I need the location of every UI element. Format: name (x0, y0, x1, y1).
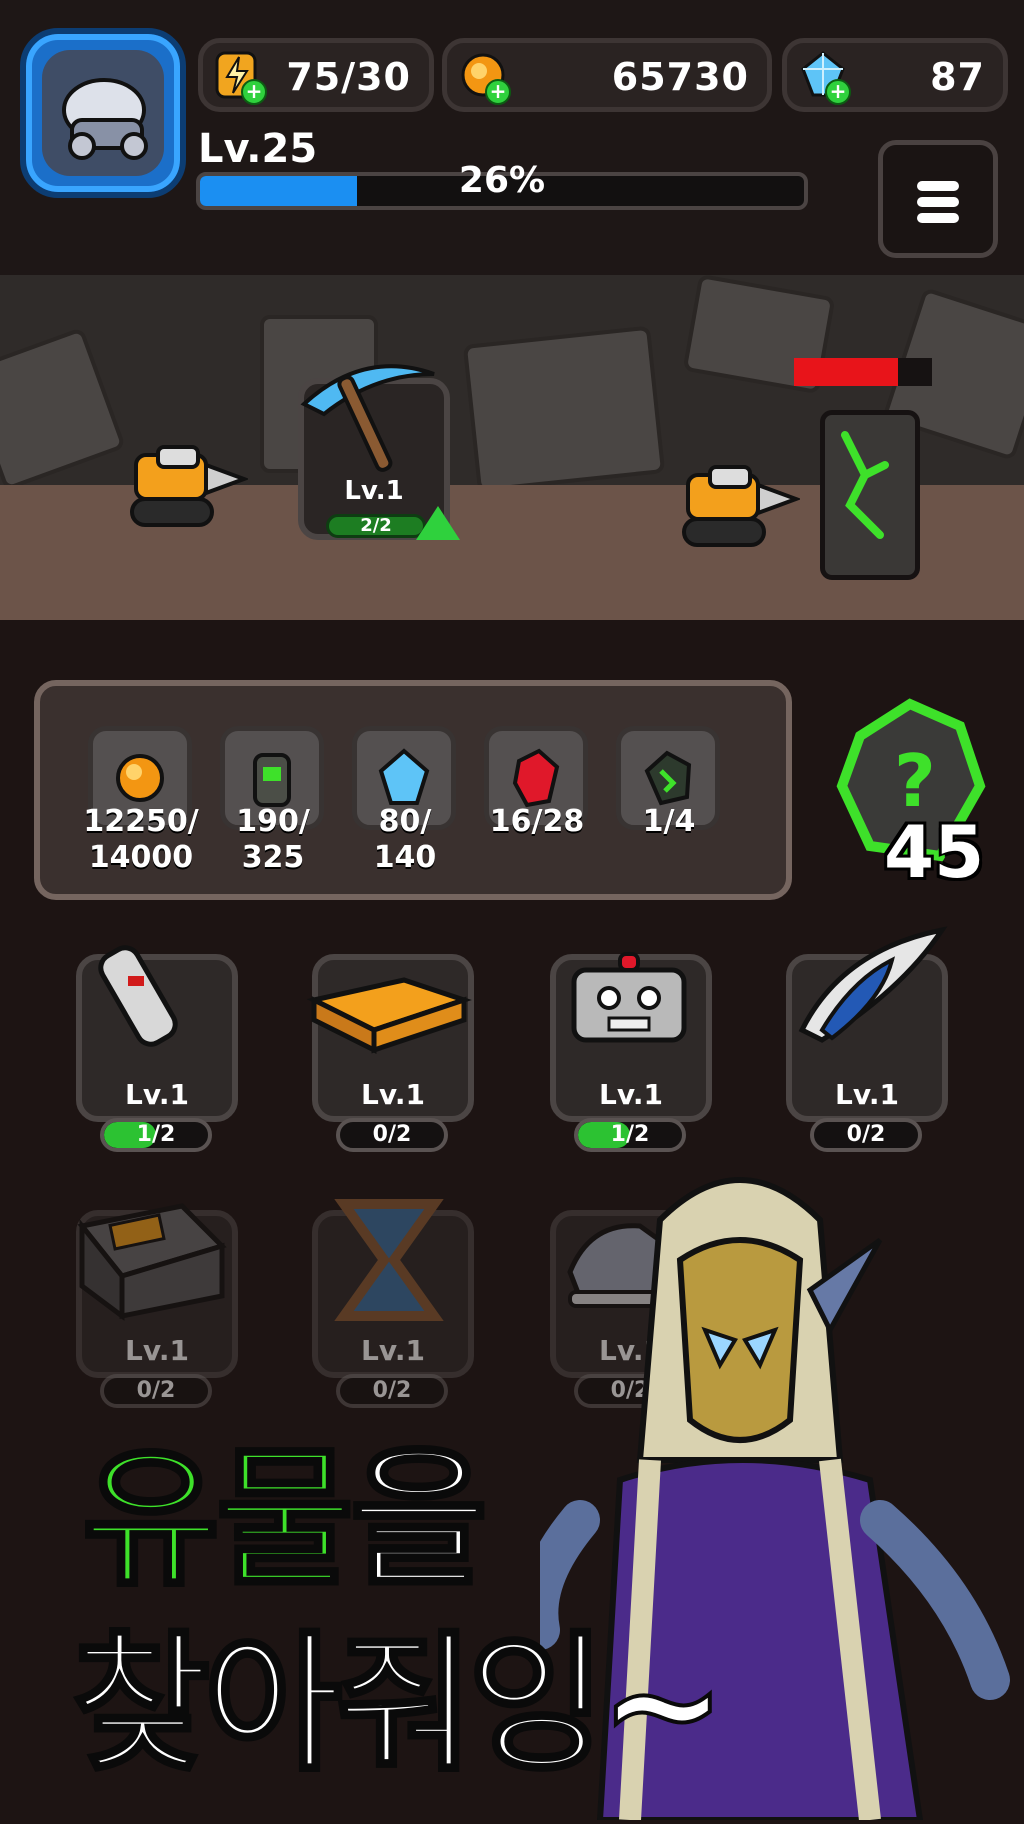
relic-card-hourglass[interactable]: Lv.1 (312, 1199, 474, 1378)
wing-icon (798, 926, 948, 1043)
upgrade-arrow-icon (416, 506, 460, 540)
red-crystal-count: 16/28 (489, 804, 585, 839)
relic-card-flashlight[interactable]: Lv.1 (76, 945, 238, 1122)
relic-card-wing[interactable]: Lv.1 (786, 926, 948, 1122)
green-ore-count: 1/4 (642, 804, 696, 839)
energy-counter[interactable]: + 75/30 (198, 38, 434, 112)
pickaxe-upgrade-card[interactable]: Lv.1 2/2 (298, 364, 460, 540)
relic-level: Lv.1 (361, 1078, 425, 1111)
drill-robot (680, 465, 802, 555)
add-energy-icon[interactable]: + (241, 79, 267, 105)
pickaxe-level: Lv.1 (344, 476, 404, 506)
relic-level: Lv.1 (361, 1334, 425, 1367)
book-icon (77, 1203, 227, 1321)
energy-value: 75/30 (286, 55, 411, 99)
relic-level: Lv.1 (125, 1078, 189, 1111)
menu-icon (917, 181, 959, 191)
promo-headline-line1: 유물을 (80, 1433, 490, 1607)
gold-brick-icon (306, 977, 472, 1055)
robot-head-icon (571, 952, 687, 1043)
ore-hp-bar (794, 358, 932, 386)
relic-card-book[interactable]: Lv.1 (76, 1203, 238, 1378)
relic-progress-bar: 0/2 (336, 1118, 448, 1152)
ore-hp-fill (794, 358, 898, 386)
gem-value: 87 (930, 55, 985, 99)
relic-card-robot[interactable]: Lv.1 (550, 952, 712, 1122)
relic-level: Lv.1 (599, 1078, 663, 1111)
blue-gem-count: 80/ 140 (373, 804, 437, 875)
relic-progress-bar: 1/2 (574, 1118, 686, 1152)
menu-button[interactable] (878, 140, 998, 258)
hourglass-icon (334, 1199, 444, 1321)
relic-progress-bar: 0/2 (336, 1374, 448, 1408)
avatar-icon (42, 50, 164, 176)
ore-inventory-panel: 12250/ 14000 190/ 325 80/ 140 16/28 1/4 (34, 680, 792, 900)
flashlight-icon (98, 945, 178, 1047)
promo-headline-line2: 찾아줘잉~ (70, 1618, 728, 1792)
gold-counter[interactable]: + 65730 (442, 38, 772, 112)
relic-card-gold-brick[interactable]: Lv.1 (306, 954, 474, 1122)
rune-ore-target[interactable] (820, 410, 920, 580)
relic-progress-bar: 1/2 (100, 1118, 212, 1152)
relic-level: Lv.1 (835, 1078, 899, 1111)
drill-robot (128, 445, 250, 535)
xp-percent: 26% (458, 160, 546, 201)
add-gold-icon[interactable]: + (485, 79, 511, 105)
gem-counter[interactable]: + 87 (782, 38, 1008, 112)
gold-ore-count: 12250/ 14000 (83, 804, 199, 875)
pickaxe-icon (300, 364, 435, 472)
battery-count: 190/ 325 (236, 804, 310, 875)
gold-value: 65730 (611, 55, 749, 99)
mystery-ore-count: 45 (884, 810, 985, 894)
relic-level: Lv.1 (125, 1334, 189, 1367)
pickaxe-progress: 2/2 (326, 514, 426, 538)
relic-progress-bar: 0/2 (810, 1118, 922, 1152)
player-avatar[interactable] (20, 28, 186, 198)
add-gem-icon[interactable]: + (825, 79, 851, 105)
relic-progress-bar: 0/2 (100, 1374, 212, 1408)
